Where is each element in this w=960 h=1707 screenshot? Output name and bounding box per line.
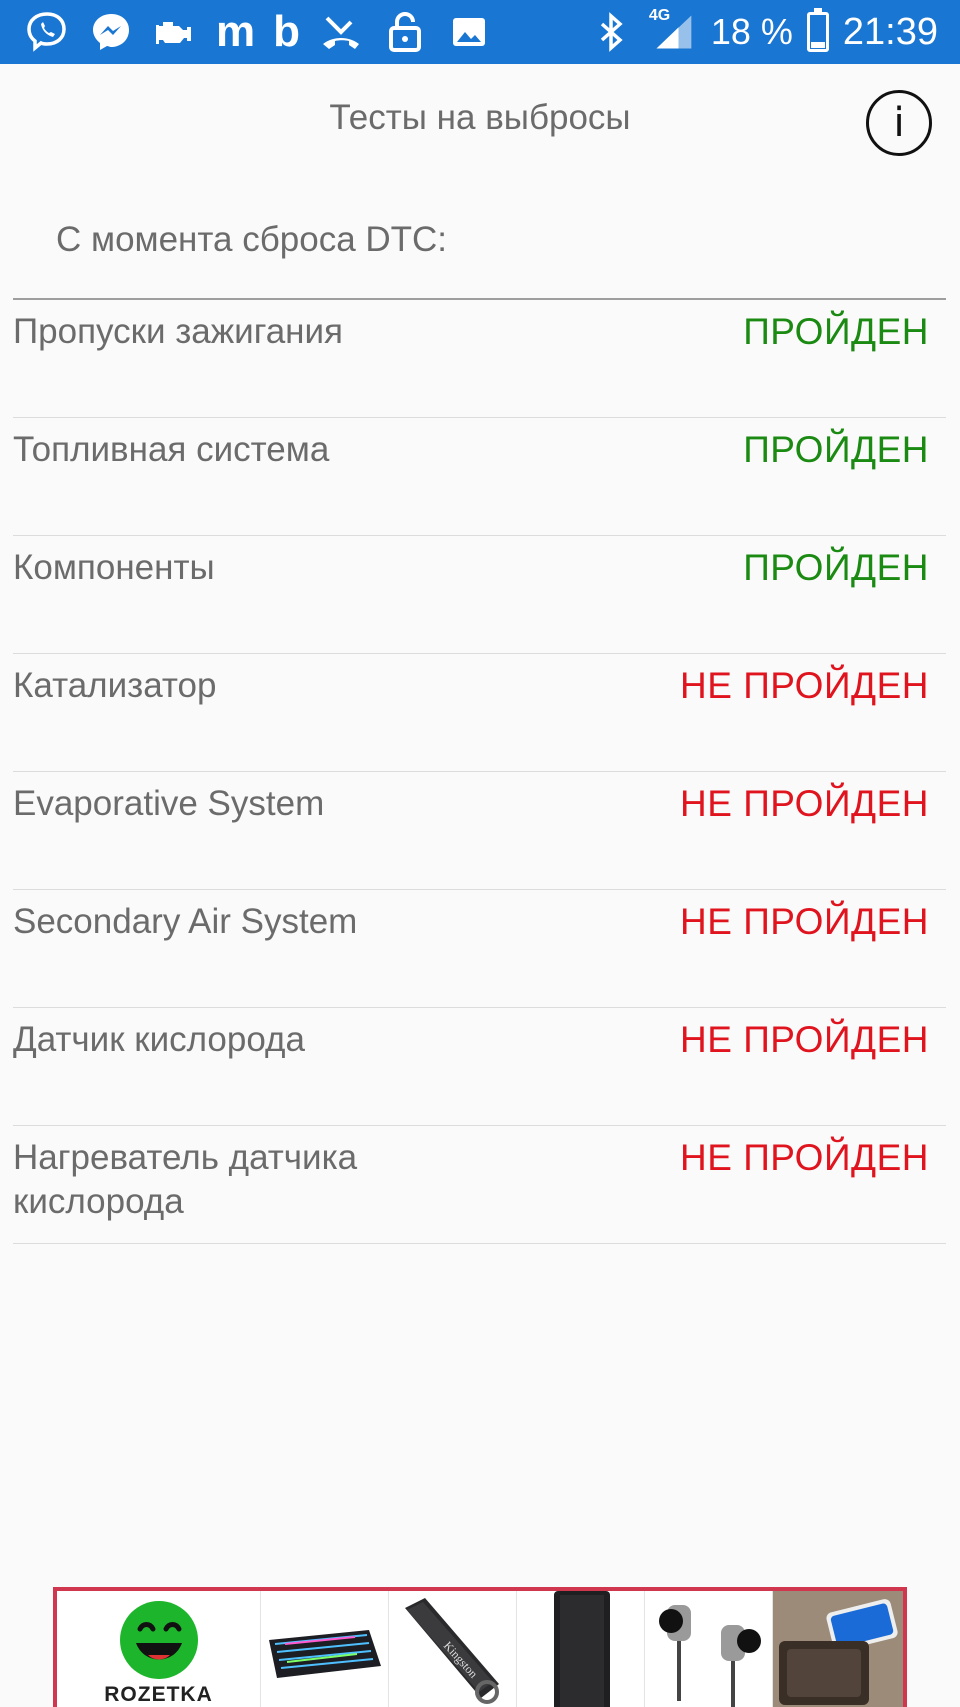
test-status: ПРОЙДЕН [743, 429, 929, 470]
keyboard-icon [268, 1630, 381, 1678]
usb-flash-drive-image[interactable]: Kingston [389, 1591, 517, 1707]
car-engine-icon [152, 9, 198, 55]
earphones-icon [658, 1605, 761, 1707]
test-status: НЕ ПРОЙДЕН [680, 1019, 929, 1060]
test-row: Evaporative System НЕ ПРОЙДЕН [13, 772, 946, 890]
charger-icon [773, 1591, 903, 1707]
info-button[interactable]: i [866, 90, 932, 156]
battery-percent: 18 % [710, 11, 793, 52]
test-row: Топливная система ПРОЙДЕН [13, 418, 946, 536]
test-name: Evaporative System [13, 784, 325, 823]
test-status: ПРОЙДЕН [743, 311, 929, 352]
test-name: Компоненты [13, 548, 215, 587]
test-status: НЕ ПРОЙДЕН [680, 901, 929, 942]
rozetka-smiley-icon [119, 1601, 198, 1679]
battery-icon [806, 8, 829, 52]
info-icon: i [893, 100, 905, 146]
system-status: 4G 18 % 21:39 [589, 7, 938, 56]
notification-icons: m b [24, 8, 492, 56]
test-status: ПРОЙДЕН [743, 547, 929, 588]
test-row: Secondary Air System НЕ ПРОЙДЕН [13, 890, 946, 1008]
test-name: Датчик кислорода [13, 1020, 305, 1059]
test-name: Катализатор [13, 666, 217, 705]
m-app-icon: m [216, 7, 256, 56]
section-label: С момента сброса DTC: [56, 220, 448, 259]
page-title: Тесты на выбросы [329, 98, 631, 137]
battery-level [810, 41, 825, 48]
test-name: Secondary Air System [13, 902, 358, 941]
test-row: Пропуски зажигания ПРОЙДЕН [13, 300, 946, 418]
messenger-icon [88, 9, 134, 55]
usb-drive-icon: Kingston [404, 1598, 499, 1704]
earphones-image[interactable] [645, 1591, 773, 1707]
signal-icon: 4G [648, 7, 697, 55]
test-status: НЕ ПРОЙДЕН [680, 783, 929, 824]
image-icon [446, 9, 492, 55]
status-bar: m b 4G 18 % 21:39 [0, 0, 960, 64]
lock-open-icon [382, 9, 428, 55]
viber-icon [24, 9, 70, 55]
test-name: Пропуски зажигания [13, 312, 344, 351]
test-status: НЕ ПРОЙДЕН [680, 665, 929, 706]
test-row: Компоненты ПРОЙДЕН [13, 536, 946, 654]
ad-brand: ROZETKA [104, 1683, 213, 1706]
power-bank-icon [553, 1591, 610, 1707]
missed-call-icon [318, 9, 364, 55]
phone-charger-image[interactable] [773, 1591, 903, 1707]
bluetooth-icon [589, 9, 635, 55]
test-row: Нагреватель датчика кислорода НЕ ПРОЙДЕН [13, 1126, 946, 1244]
rozetka-logo[interactable]: ROZETKA [57, 1591, 261, 1707]
test-row: Катализатор НЕ ПРОЙДЕН [13, 654, 946, 772]
power-bank-image[interactable] [517, 1591, 645, 1707]
b-app-icon: b [273, 7, 301, 56]
emissions-test-list: Пропуски зажигания ПРОЙДЕН Топливная сис… [13, 298, 946, 1244]
test-status: НЕ ПРОЙДЕН [680, 1137, 929, 1178]
network-type: 4G [648, 7, 671, 24]
test-name: Топливная система [13, 430, 330, 469]
ad-banner[interactable]: ROZETKA Kingston [53, 1587, 907, 1707]
keyboard-image[interactable] [261, 1591, 389, 1707]
test-row: Датчик кислорода НЕ ПРОЙДЕН [13, 1008, 946, 1126]
clock: 21:39 [842, 10, 938, 53]
test-name: Нагреватель датчика кислорода [13, 1138, 358, 1221]
